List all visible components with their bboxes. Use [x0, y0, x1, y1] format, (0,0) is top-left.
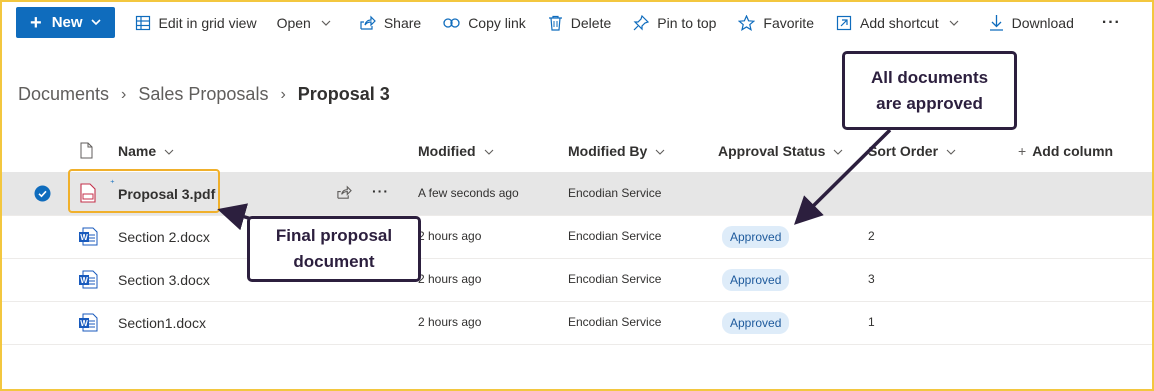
- annotation-callout-approved: All documents are approved: [842, 51, 1017, 130]
- chevron-down-icon: [949, 20, 959, 26]
- chevron-down-icon: [833, 149, 843, 156]
- new-button[interactable]: + New: [16, 7, 115, 38]
- open-button[interactable]: Open: [277, 7, 339, 38]
- svg-text:W: W: [80, 233, 88, 242]
- modified-value: A few seconds ago: [418, 186, 519, 200]
- pin-label: Pin to top: [657, 14, 717, 31]
- share-label: Share: [383, 14, 422, 31]
- sort-order-value: 1: [868, 315, 875, 329]
- share-icon: [360, 15, 376, 30]
- share-icon[interactable]: [336, 185, 352, 200]
- trash-icon: [548, 15, 562, 31]
- link-icon: [443, 17, 460, 28]
- breadcrumb-separator: ›: [121, 85, 127, 103]
- star-icon: [738, 14, 756, 31]
- chevron-down-icon: [164, 149, 174, 156]
- annotation-callout-final: Final proposal document: [247, 216, 421, 282]
- status-badge: Approved: [722, 312, 790, 334]
- file-type-icon[interactable]: [80, 142, 93, 159]
- svg-text:W: W: [80, 319, 88, 328]
- add-shortcut-label: Add shortcut: [859, 14, 939, 31]
- shortcut-icon: [836, 15, 852, 30]
- file-name[interactable]: Section1.docx: [118, 315, 206, 331]
- download-button[interactable]: Download: [989, 7, 1074, 38]
- table-row[interactable]: W Section 2.docx 2 hours ago Encodian Se…: [2, 215, 1152, 259]
- delete-button[interactable]: Delete: [548, 7, 611, 38]
- file-name[interactable]: Section 2.docx: [118, 229, 210, 245]
- column-header-approval-status[interactable]: Approval Status: [718, 143, 843, 159]
- column-header-sort-order[interactable]: Sort Order: [868, 143, 956, 159]
- table-row[interactable]: W Section1.docx 2 hours ago Encodian Ser…: [2, 301, 1152, 345]
- column-header-row: Name Modified Modified By Approval Statu…: [2, 130, 1152, 172]
- breadcrumb-item-documents[interactable]: Documents: [18, 84, 109, 105]
- highlight-box: [68, 169, 220, 213]
- screenshot-frame: + New Edit in grid view Open Share Copy …: [0, 0, 1154, 391]
- column-header-modified[interactable]: Modified: [418, 143, 494, 159]
- sort-order-value: 2: [868, 229, 875, 243]
- word-file-icon: W: [79, 313, 98, 332]
- modified-by-value: Encodian Service: [568, 272, 662, 286]
- plus-icon: +: [30, 11, 42, 34]
- new-button-label: New: [51, 14, 83, 31]
- plus-icon: +: [1018, 143, 1027, 159]
- callout-text-line: Final proposal: [275, 226, 393, 245]
- column-header-name[interactable]: Name: [118, 143, 174, 159]
- column-header-modified-by[interactable]: Modified By: [568, 143, 665, 159]
- more-options-button[interactable]: ···: [1102, 7, 1121, 38]
- edit-grid-label: Edit in grid view: [158, 14, 257, 31]
- sort-order-value: 3: [868, 272, 875, 286]
- open-label: Open: [276, 14, 311, 31]
- grid-icon: [135, 15, 150, 30]
- callout-text-line: are approved: [876, 93, 983, 113]
- chevron-down-icon: [90, 19, 101, 26]
- breadcrumb-current: Proposal 3: [297, 84, 390, 104]
- callout-text-line: document: [293, 252, 375, 271]
- modified-by-value: Encodian Service: [568, 315, 662, 329]
- pin-to-top-button[interactable]: Pin to top: [633, 7, 716, 38]
- breadcrumb: Documents › Sales Proposals › Proposal 3: [18, 84, 390, 105]
- share-button[interactable]: Share: [359, 7, 421, 38]
- favorite-label: Favorite: [763, 14, 814, 31]
- breadcrumb-item-sales-proposals[interactable]: Sales Proposals: [138, 84, 268, 105]
- status-badge: Approved: [722, 226, 790, 248]
- breadcrumb-separator: ›: [280, 85, 286, 103]
- add-column-button[interactable]: + Add column: [1018, 143, 1113, 159]
- status-badge: Approved: [722, 269, 790, 291]
- delete-label: Delete: [570, 14, 612, 31]
- svg-text:W: W: [80, 276, 88, 285]
- modified-value: 2 hours ago: [418, 272, 482, 286]
- callout-text-line: All documents: [870, 67, 989, 87]
- favorite-button[interactable]: Favorite: [738, 7, 814, 38]
- download-label: Download: [1011, 14, 1074, 31]
- word-file-icon: W: [79, 270, 98, 289]
- modified-by-value: Encodian Service: [568, 186, 662, 200]
- add-shortcut-button[interactable]: Add shortcut: [836, 7, 967, 38]
- chevron-down-icon: [946, 149, 956, 156]
- modified-value: 2 hours ago: [418, 229, 482, 243]
- modified-value: 2 hours ago: [418, 315, 482, 329]
- more-actions-icon[interactable]: ···: [372, 183, 389, 199]
- word-file-icon: W: [79, 227, 98, 246]
- modified-by-value: Encodian Service: [568, 229, 662, 243]
- pin-icon: [633, 14, 650, 30]
- download-icon: [989, 15, 1003, 31]
- checkmark-circle-icon[interactable]: [34, 185, 51, 202]
- chevron-down-icon: [655, 149, 665, 156]
- chevron-down-icon: [321, 20, 331, 26]
- command-bar: + New Edit in grid view Open Share Copy …: [16, 7, 1136, 38]
- copy-link-label: Copy link: [468, 14, 526, 31]
- copy-link-button[interactable]: Copy link: [443, 7, 526, 38]
- chevron-down-icon: [484, 149, 493, 156]
- more-icon: ···: [1101, 13, 1121, 31]
- file-name[interactable]: Section 3.docx: [118, 272, 210, 288]
- edit-grid-button[interactable]: Edit in grid view: [135, 7, 257, 38]
- table-row[interactable]: W Section 3.docx 2 hours ago Encodian Se…: [2, 258, 1152, 302]
